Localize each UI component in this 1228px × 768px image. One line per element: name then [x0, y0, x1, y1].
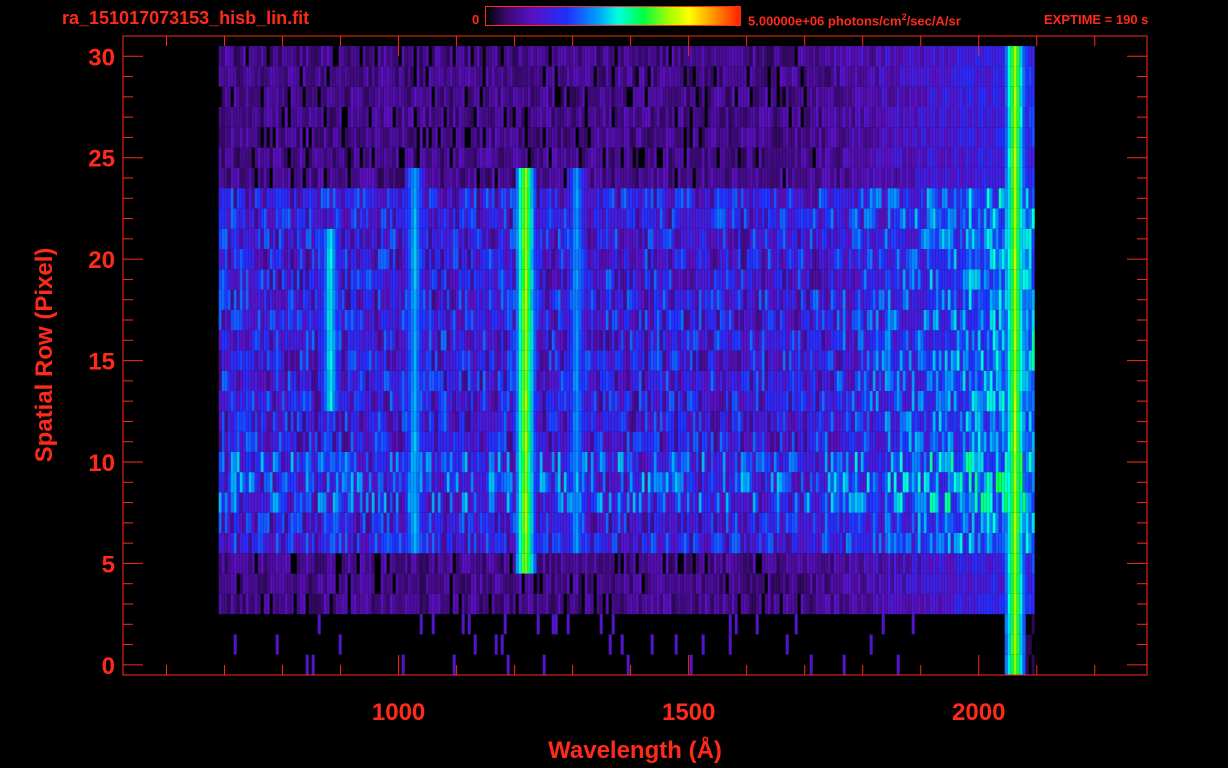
x-tick-label: 1500: [662, 699, 715, 726]
y-tick-label: 15: [88, 349, 115, 376]
x-tick-label: 1000: [372, 699, 425, 726]
y-tick-label: 10: [88, 450, 115, 477]
y-tick-label: 20: [88, 247, 115, 274]
y-tick-label: 0: [102, 653, 115, 680]
x-tick-label: 2000: [952, 699, 1005, 726]
x-axis-label: Wavelength (Å): [548, 736, 722, 764]
y-tick-label: 30: [88, 44, 115, 71]
y-tick-label: 25: [88, 146, 115, 173]
heatmap-image: [218, 46, 1035, 675]
y-axis-label: Spatial Row (Pixel): [31, 248, 58, 463]
y-tick-label: 5: [102, 551, 115, 578]
spectrogram-chart: 1000 1500 2000051015202530 Wavelength (Å) …: [31, 35, 1148, 764]
